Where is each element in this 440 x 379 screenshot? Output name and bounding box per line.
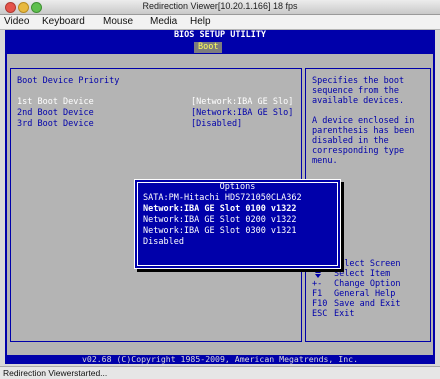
- boot-device-label: 1st Boot Device: [17, 97, 94, 107]
- key-label: ESC: [312, 309, 328, 319]
- help-line: A device enclosed in: [312, 116, 415, 126]
- key-row-general-help: F1 General Help: [312, 289, 428, 299]
- key-desc: Save and Exit: [334, 299, 401, 309]
- bios-main-panel: Boot Device Priority 1st Boot Device [Ne…: [7, 54, 433, 356]
- help-line: sequence from the: [312, 86, 399, 96]
- section-title: Boot Device Priority: [17, 76, 120, 86]
- option-item[interactable]: Disabled: [143, 237, 184, 247]
- options-popup[interactable]: Options SATA:PM-Hitachi HDS721050CLA362 …: [134, 179, 341, 269]
- help-line: available devices.: [312, 96, 405, 106]
- boot-device-label: 2nd Boot Device: [17, 108, 94, 118]
- menu-help[interactable]: Help: [190, 16, 211, 27]
- key-label: F10: [312, 299, 328, 309]
- key-desc: Change Option: [334, 279, 401, 289]
- tab-boot[interactable]: Boot: [194, 42, 223, 53]
- remote-screen[interactable]: BIOS SETUP UTILITY Boot Boot Device Prio…: [5, 30, 435, 364]
- boot-device-value: [Disabled]: [191, 119, 243, 129]
- key-label: F1: [312, 289, 323, 299]
- key-row-select-item: Select Item: [312, 269, 428, 279]
- status-bar: Redirection Viewerstarted...: [0, 366, 440, 379]
- option-item[interactable]: SATA:PM-Hitachi HDS721050CLA362: [143, 193, 302, 203]
- key-row-change-option: +- Change Option: [312, 279, 428, 289]
- key-desc: Select Screen: [334, 259, 401, 269]
- option-item[interactable]: Network:IBA GE Slot 0300 v1321: [143, 226, 297, 236]
- help-line: Specifies the boot: [312, 76, 405, 86]
- help-line: corresponding type: [312, 146, 405, 156]
- key-desc: General Help: [334, 289, 396, 299]
- key-help: Select Screen Select Item +- Change Opti…: [312, 259, 428, 329]
- menu-bar: Video Keyboard Mouse Media Help: [0, 15, 440, 30]
- boot-device-value: [Network:IBA GE Slo]: [191, 108, 294, 118]
- status-text: Redirection Viewerstarted...: [3, 368, 108, 378]
- help-line: disabled in the: [312, 136, 389, 146]
- boot-device-value: [Network:IBA GE Slo]: [191, 97, 294, 107]
- key-row-exit: ESC Exit: [312, 309, 428, 319]
- window-titlebar: Redirection Viewer[10.20.1.166] 18 fps: [0, 0, 440, 15]
- menu-media[interactable]: Media: [150, 16, 177, 27]
- key-desc: Exit: [334, 309, 355, 319]
- options-popup-frame: Options SATA:PM-Hitachi HDS721050CLA362 …: [137, 182, 338, 266]
- options-popup-title: Options: [138, 183, 337, 192]
- bios-header: BIOS SETUP UTILITY: [5, 30, 435, 41]
- copyright-footer: v02.68 (C)Copyright 1985-2009, American …: [5, 355, 435, 364]
- key-row-save-exit: F10 Save and Exit: [312, 299, 428, 309]
- help-line: menu.: [312, 156, 338, 166]
- window-title: Redirection Viewer[10.20.1.166] 18 fps: [142, 1, 298, 11]
- key-label: +-: [312, 279, 323, 289]
- option-item[interactable]: Network:IBA GE Slot 0200 v1322: [143, 215, 297, 225]
- menu-keyboard[interactable]: Keyboard: [42, 16, 85, 27]
- key-desc: Select Item: [334, 269, 391, 279]
- boot-device-label: 3rd Boot Device: [17, 119, 94, 129]
- menu-video[interactable]: Video: [4, 16, 29, 27]
- option-item-selected[interactable]: Network:IBA GE Slot 0100 v1322: [143, 204, 297, 214]
- bios-tab-bar: Boot: [5, 41, 435, 54]
- menu-mouse[interactable]: Mouse: [103, 16, 133, 27]
- help-line: parenthesis has been: [312, 126, 415, 136]
